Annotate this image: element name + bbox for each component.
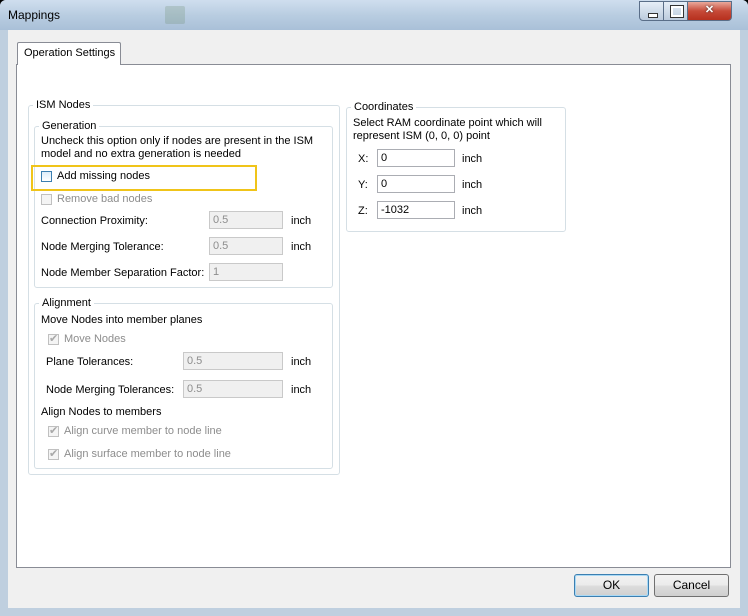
- maximize-icon: [670, 5, 684, 18]
- mappings-window: ​ Mappings ✕ Operation Settings ISM Node…: [0, 0, 748, 616]
- connection-proximity-field[interactable]: [209, 211, 283, 229]
- checkmark-icon: ✔: [49, 425, 59, 437]
- checkmark-icon: ✔: [49, 448, 59, 460]
- separation-factor-label: Node Member Separation Factor:: [41, 267, 205, 279]
- minimize-icon: [648, 13, 658, 18]
- align-surface-checkbox[interactable]: ✔: [48, 448, 59, 460]
- tab-label: Operation Settings: [24, 47, 116, 59]
- y-field[interactable]: [377, 175, 455, 193]
- alignment-legend: Alignment: [39, 297, 94, 310]
- align-surface-label[interactable]: Align surface member to node line: [64, 448, 231, 461]
- window-title: Mappings: [8, 8, 61, 22]
- connection-proximity-label: Connection Proximity:: [41, 215, 148, 227]
- plane-tolerances-label: Plane Tolerances:: [46, 356, 134, 368]
- node-merging-tolerances-field[interactable]: [183, 380, 283, 398]
- generation-description: Uncheck this option only if nodes are pr…: [41, 135, 314, 160]
- x-label: X:: [358, 153, 369, 165]
- remove-bad-nodes-label[interactable]: Remove bad nodes: [57, 193, 152, 206]
- move-nodes-heading: Move Nodes into member planes: [41, 314, 203, 326]
- z-field[interactable]: [377, 201, 455, 219]
- node-merging-tolerance-label: Node Merging Tolerance:: [41, 241, 164, 253]
- add-missing-nodes-checkbox[interactable]: [41, 171, 52, 182]
- node-merging-tolerance-field[interactable]: [209, 237, 283, 255]
- add-missing-nodes-label[interactable]: Add missing nodes: [57, 170, 150, 183]
- plane-tolerances-field[interactable]: [183, 352, 283, 370]
- y-label: Y:: [358, 179, 368, 191]
- move-nodes-label[interactable]: Move Nodes: [64, 333, 126, 346]
- coordinates-legend: Coordinates: [351, 101, 417, 114]
- plane-tolerances-unit: inch: [291, 356, 312, 368]
- coordinates-description: Select RAM coordinate point which will r…: [353, 117, 542, 142]
- remove-bad-nodes-checkbox[interactable]: [41, 194, 52, 205]
- minimize-button[interactable]: [639, 1, 665, 21]
- generation-legend: Generation: [39, 120, 100, 133]
- checkmark-icon: ✔: [49, 333, 59, 345]
- x-unit: inch: [462, 153, 483, 165]
- close-icon: ✕: [704, 4, 715, 16]
- x-field[interactable]: [377, 149, 455, 167]
- align-nodes-heading: Align Nodes to members: [41, 406, 162, 418]
- z-unit: inch: [462, 205, 483, 217]
- close-button[interactable]: ✕: [687, 1, 732, 21]
- ok-button[interactable]: OK: [574, 574, 649, 597]
- connection-proximity-unit: inch: [291, 215, 312, 227]
- dialog-client-area: Operation Settings ISM Nodes Generation …: [8, 30, 740, 608]
- tab-panel: ISM Nodes Generation Uncheck this option…: [16, 64, 731, 568]
- title-bar[interactable]: ​ Mappings ✕: [0, 0, 748, 30]
- node-merging-tolerances-unit: inch: [291, 384, 312, 396]
- move-nodes-checkbox[interactable]: ✔: [48, 333, 59, 345]
- z-label: Z:: [358, 205, 368, 217]
- ism-nodes-legend: ISM Nodes: [33, 99, 94, 112]
- cancel-button[interactable]: Cancel: [654, 574, 729, 597]
- align-curve-checkbox[interactable]: ✔: [48, 425, 59, 437]
- separation-factor-field[interactable]: [209, 263, 283, 281]
- node-merging-tolerances-label: Node Merging Tolerances:: [46, 384, 175, 396]
- background-logo-icon: ​: [165, 4, 305, 26]
- tab-operation-settings[interactable]: Operation Settings: [17, 42, 121, 65]
- node-merging-tolerance-unit: inch: [291, 241, 312, 253]
- align-curve-label[interactable]: Align curve member to node line: [64, 425, 222, 438]
- maximize-button[interactable]: [663, 1, 689, 21]
- y-unit: inch: [462, 179, 483, 191]
